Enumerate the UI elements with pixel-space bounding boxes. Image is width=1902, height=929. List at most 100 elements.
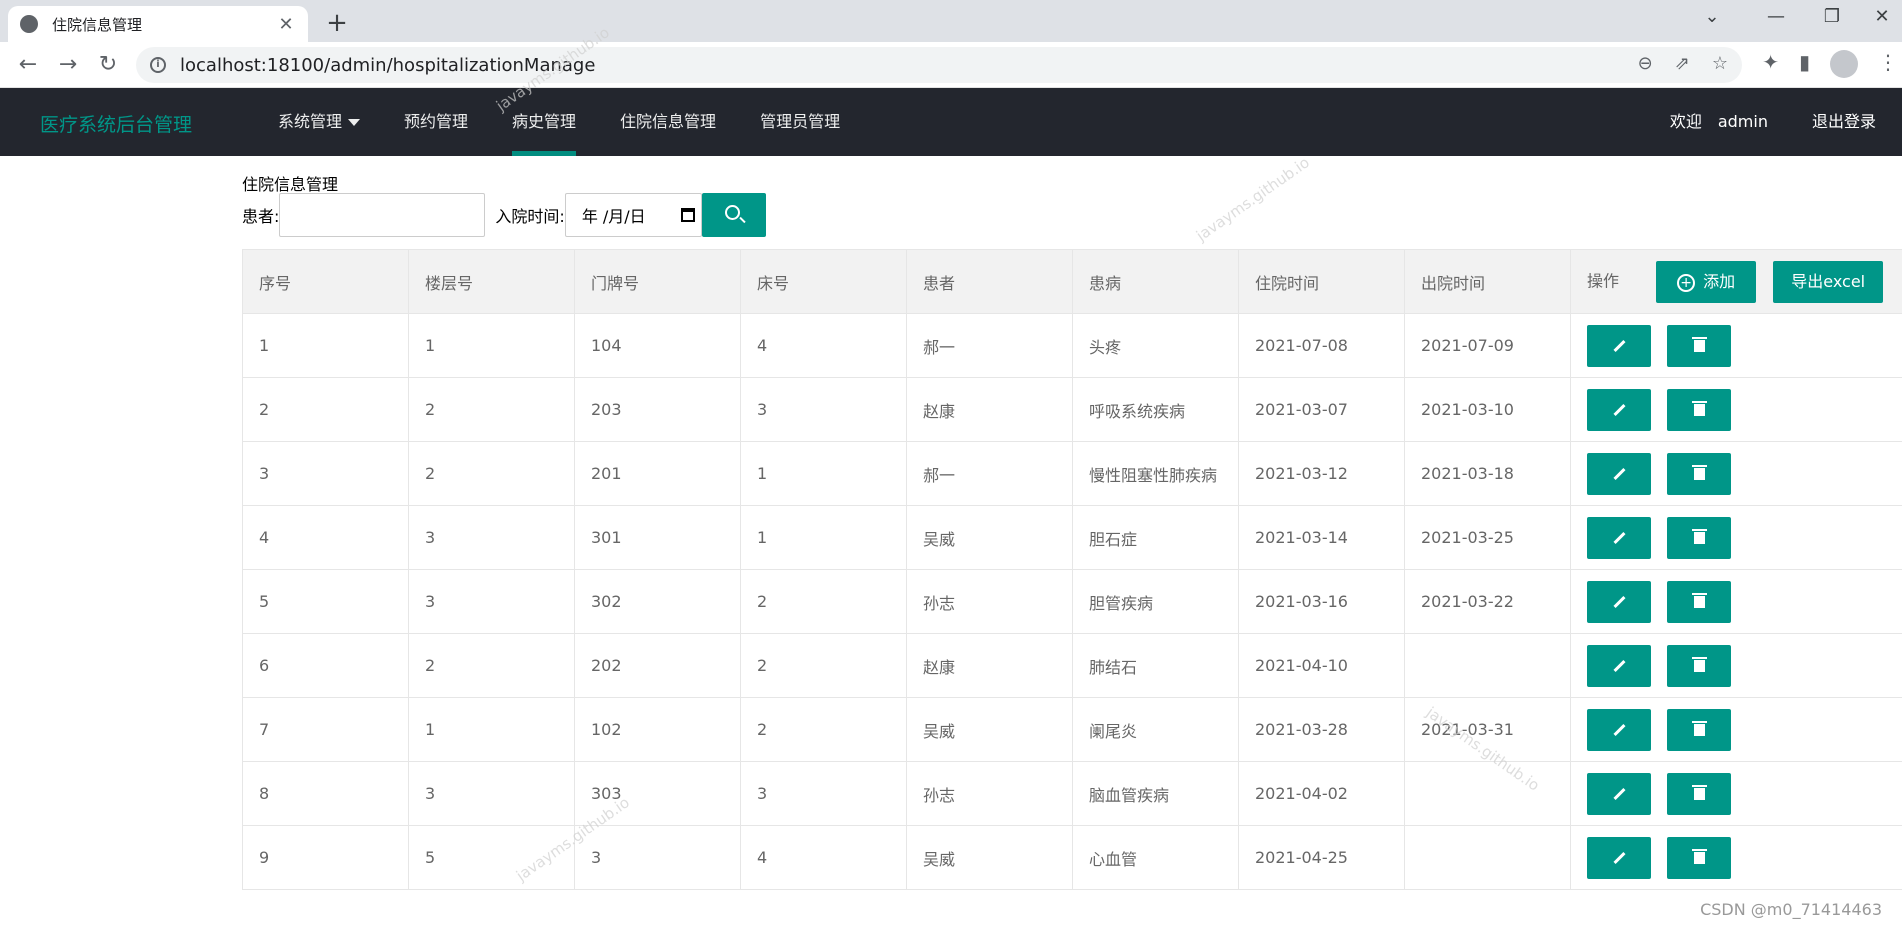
zoom-icon[interactable]: ⊖	[1638, 53, 1653, 74]
bookmark-star-icon[interactable]: ☆	[1712, 53, 1728, 74]
table-row: 9 5 3 4 吴威 心血管 2021-04-25	[242, 825, 1902, 890]
header-floor: 楼层号	[408, 249, 575, 314]
cell-room: 303	[574, 761, 741, 826]
minimize-button[interactable]: —	[1756, 6, 1796, 27]
edit-button[interactable]	[1587, 644, 1651, 687]
url-text[interactable]: localhost:18100/admin/hospitalizationMan…	[180, 55, 595, 76]
side-panel-icon[interactable]: ▮	[1799, 50, 1810, 78]
back-button[interactable]: ←	[8, 52, 48, 77]
cell-disease: 脑血管疾病	[1072, 761, 1239, 826]
header-bed: 床号	[740, 249, 907, 314]
logout-link[interactable]: 退出登录	[1812, 88, 1876, 156]
cell-admission-date: 2021-07-08	[1238, 313, 1405, 378]
cell-actions	[1570, 313, 1902, 378]
cell-bed: 4	[740, 313, 907, 378]
header-patient: 患者	[906, 249, 1073, 314]
app-logo[interactable]: 医疗系统后台管理	[40, 110, 192, 137]
window-close-button[interactable]: ✕	[1862, 6, 1902, 27]
menu-icon[interactable]: ⋮	[1878, 50, 1898, 78]
cell-patient: 孙志	[906, 569, 1073, 634]
username[interactable]: admin	[1718, 88, 1768, 156]
delete-button[interactable]	[1667, 516, 1731, 559]
browser-tabstrip: 住院信息管理 ✕ + ⌄ — ❐ ✕	[0, 0, 1902, 42]
nav-admin-management[interactable]: 管理员管理	[738, 88, 862, 156]
reload-button[interactable]: ↻	[88, 52, 128, 77]
cell-discharge-date: 2021-03-18	[1404, 441, 1571, 506]
edit-button[interactable]	[1587, 708, 1651, 751]
admission-time-label: 入院时间:	[495, 207, 565, 226]
delete-button[interactable]	[1667, 836, 1731, 879]
delete-button[interactable]	[1667, 324, 1731, 367]
tab-close-icon[interactable]: ✕	[276, 14, 296, 35]
search-form: 患者: 入院时间: 年 /月/日	[242, 193, 1902, 237]
delete-button[interactable]	[1667, 772, 1731, 815]
table-row: 4 3 301 1 吴威 胆石症 2021-03-14 2021-03-25	[242, 505, 1902, 570]
cell-actions	[1570, 441, 1902, 506]
pencil-icon	[1612, 403, 1626, 417]
patient-search-input[interactable]	[279, 193, 486, 237]
cell-discharge-date: 2021-07-09	[1404, 313, 1571, 378]
header-room: 门牌号	[574, 249, 741, 314]
cell-actions	[1570, 377, 1902, 442]
cell-admission-date: 2021-04-02	[1238, 761, 1405, 826]
tab-list-icon[interactable]: ⌄	[1692, 6, 1732, 27]
cell-room: 102	[574, 697, 741, 762]
cell-bed: 3	[740, 761, 907, 826]
edit-button[interactable]	[1587, 516, 1651, 559]
cell-disease: 阑尾炎	[1072, 697, 1239, 762]
nav-medical-history-management[interactable]: 病史管理	[490, 88, 598, 156]
trash-icon	[1691, 785, 1707, 800]
cell-admission-date: 2021-03-28	[1238, 697, 1405, 762]
trash-icon	[1691, 849, 1707, 864]
edit-button[interactable]	[1587, 324, 1651, 367]
edit-button[interactable]	[1587, 388, 1651, 431]
cell-floor: 2	[408, 633, 575, 698]
table-row: 6 2 202 2 赵康 肺结石 2021-04-10	[242, 633, 1902, 698]
search-button[interactable]	[701, 193, 766, 237]
calendar-icon[interactable]	[680, 208, 695, 222]
cell-disease: 肺结石	[1072, 633, 1239, 698]
cell-seq: 9	[242, 825, 409, 890]
table-header-row: 序号 楼层号 门牌号 床号 患者 患病 住院时间 出院时间 操作 + 添加 导出e…	[242, 249, 1902, 314]
cell-discharge-date: 2021-03-25	[1404, 505, 1571, 570]
delete-button[interactable]	[1667, 452, 1731, 495]
delete-button[interactable]	[1667, 580, 1731, 623]
delete-button[interactable]	[1667, 388, 1731, 431]
extensions-icon[interactable]: ✦	[1762, 50, 1779, 78]
restore-button[interactable]: ❐	[1812, 6, 1852, 27]
main-nav: 系统管理 预约管理 病史管理 住院信息管理 管理员管理	[256, 88, 862, 156]
browser-tab[interactable]: 住院信息管理 ✕	[8, 6, 308, 42]
site-info-icon[interactable]: i	[150, 57, 166, 73]
nav-hospitalization-management[interactable]: 住院信息管理	[598, 88, 738, 156]
cell-patient: 郝一	[906, 441, 1073, 506]
forward-button[interactable]: →	[48, 52, 88, 77]
share-icon[interactable]: ⇗	[1675, 53, 1690, 74]
admission-date-input[interactable]: 年 /月/日	[564, 193, 702, 237]
delete-button[interactable]	[1667, 708, 1731, 751]
cell-admission-date: 2021-04-10	[1238, 633, 1405, 698]
caret-down-icon	[348, 119, 361, 126]
edit-button[interactable]	[1587, 836, 1651, 879]
address-bar[interactable]: i localhost:18100/admin/hospitalizationM…	[136, 47, 1742, 83]
pencil-icon	[1612, 467, 1626, 481]
trash-icon	[1691, 401, 1707, 416]
delete-button[interactable]	[1667, 644, 1731, 687]
cell-seq: 4	[242, 505, 409, 570]
date-placeholder: 年 /月/日	[581, 207, 646, 226]
pencil-icon	[1612, 531, 1626, 545]
cell-bed: 1	[740, 441, 907, 506]
edit-button[interactable]	[1587, 580, 1651, 623]
cell-discharge-date	[1404, 633, 1571, 698]
nav-system-management[interactable]: 系统管理	[256, 88, 382, 156]
patient-label: 患者:	[242, 207, 280, 226]
app-header: 医疗系统后台管理 系统管理 预约管理 病史管理 住院信息管理 管理员管理 欢迎 …	[0, 88, 1902, 156]
profile-avatar[interactable]	[1830, 50, 1858, 78]
nav-appointment-management[interactable]: 预约管理	[382, 88, 490, 156]
edit-button[interactable]	[1587, 452, 1651, 495]
cell-disease: 呼吸系统疾病	[1072, 377, 1239, 442]
new-tab-button[interactable]: +	[322, 8, 352, 38]
export-excel-button[interactable]: 导出excel	[1773, 260, 1884, 303]
add-button[interactable]: + 添加	[1656, 260, 1757, 303]
edit-button[interactable]	[1587, 772, 1651, 815]
cell-bed: 2	[740, 697, 907, 762]
